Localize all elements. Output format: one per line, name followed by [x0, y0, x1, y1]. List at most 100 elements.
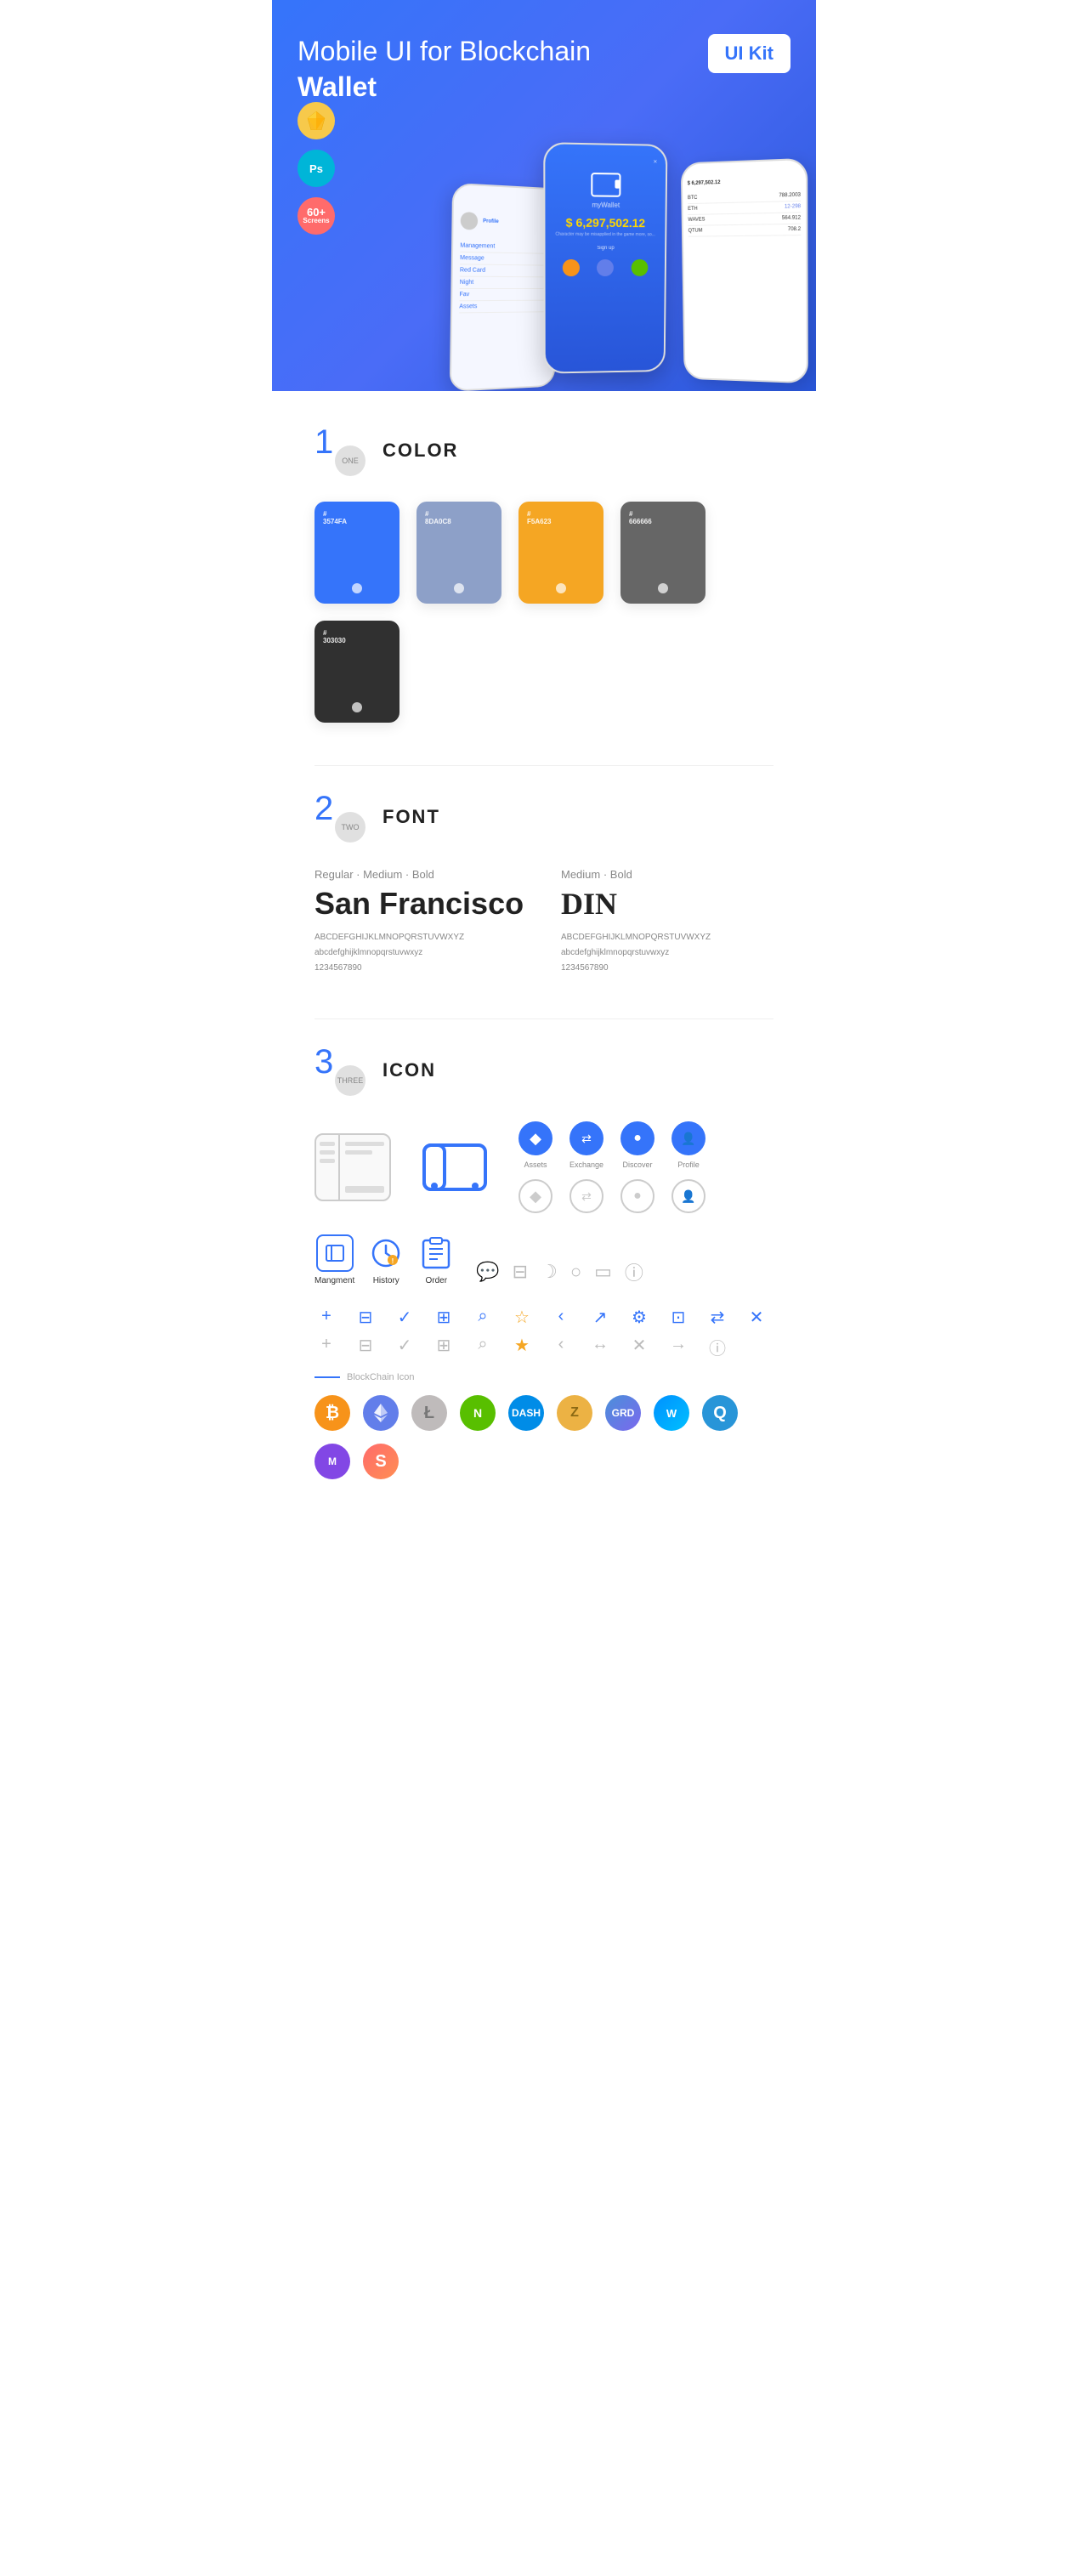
circle-icon: ○	[570, 1261, 581, 1283]
color-swatches: #3574FA #8DA0C8 #F5A623 #666666 #303030	[314, 502, 774, 723]
management-label: Mangment	[314, 1276, 354, 1285]
blockchain-line	[314, 1376, 340, 1378]
wallet-filled-icon	[416, 1133, 493, 1201]
chevron-left-icon: ‹	[549, 1307, 573, 1328]
din-lowercase: abcdefghijklmnopqrstuvwxyz	[561, 945, 774, 961]
qr-icon-gray: ⊞	[432, 1335, 456, 1359]
assets-icon-outline: ◆	[518, 1179, 552, 1213]
blockchain-label: BlockChain Icon	[314, 1372, 774, 1382]
assets-icon-item: ◆ Assets	[518, 1121, 552, 1169]
color-title: COLOR	[382, 440, 458, 462]
discover-icon-item: ● Discover	[620, 1121, 654, 1169]
list-icon-gray: ⊟	[354, 1335, 377, 1359]
list-icon: ⊟	[354, 1307, 377, 1328]
dash-icon: DASH	[508, 1395, 544, 1431]
ethereum-icon	[363, 1395, 399, 1431]
color-section: 1 ONE COLOR #3574FA #8DA0C8 #F5A623 #666…	[314, 425, 774, 723]
font-din: Medium · Bold DIN ABCDEFGHIJKLMNOPQRSTUV…	[561, 868, 774, 976]
main-content: 1 ONE COLOR #3574FA #8DA0C8 #F5A623 #666…	[272, 391, 816, 1556]
management-nav-item: Mangment	[314, 1234, 354, 1285]
profile-icon-outline: 👤	[672, 1179, 706, 1213]
management-icon	[316, 1234, 354, 1272]
order-label: Order	[425, 1276, 447, 1285]
star-icon: ☆	[510, 1307, 534, 1328]
plus-icon-gray: +	[314, 1335, 338, 1359]
utility-icons-row-1: + ⊟ ✓ ⊞ ⌕ ☆ ‹ ↗ ⚙ ⊡ ⇄ ✕	[314, 1307, 774, 1328]
color-section-header: 1 ONE COLOR	[314, 425, 774, 476]
history-label: History	[373, 1276, 400, 1285]
exchange-label: Exchange	[570, 1160, 604, 1169]
forward-icon-gray: →	[666, 1335, 690, 1359]
phone-mockups: Profile Management Message Red Card Nigh…	[450, 102, 808, 391]
discover-label: Discover	[623, 1160, 653, 1169]
qr-icon: ⊞	[432, 1307, 456, 1328]
ui-kit-badge: UI Kit	[708, 34, 790, 73]
exchange-icon-outline: ⇄	[570, 1179, 604, 1213]
assets-icon: ◆	[518, 1121, 552, 1155]
profile-icon: 👤	[672, 1121, 706, 1155]
hero-tool-badges: Ps 60+ Screens	[298, 102, 335, 235]
sf-numbers: 1234567890	[314, 961, 527, 976]
phone-mockup-right: $ 6,297,502.12 BTC788.2003 ETH12-298 WAV…	[681, 158, 808, 383]
chevron-left-icon-gray: ‹	[549, 1335, 573, 1359]
share-icon: ↗	[588, 1307, 612, 1328]
x-icon-gray: ✕	[627, 1335, 651, 1359]
bitcoin-icon: ₿	[314, 1395, 350, 1431]
sf-lowercase: abcdefghijklmnopqrstuvwxyz	[314, 945, 527, 961]
color-swatch-dark: #303030	[314, 621, 400, 723]
screens-badge: 60+ Screens	[298, 197, 335, 235]
color-swatch-gray-blue: #8DA0C8	[416, 502, 502, 604]
search-icon-gray: ⌕	[471, 1335, 495, 1359]
other-crypto-icon: S	[363, 1444, 399, 1479]
grid-icon: GRD	[605, 1395, 641, 1431]
icon-section-header: 3 THREE ICON	[314, 1045, 774, 1096]
font-san-francisco: Regular · Medium · Bold San Francisco AB…	[314, 868, 527, 976]
search-icon: ⌕	[471, 1307, 495, 1328]
check-icon-gray: ✓	[393, 1335, 416, 1359]
fonts-grid: Regular · Medium · Bold San Francisco AB…	[314, 868, 774, 976]
hero-section: Mobile UI for Blockchain Wallet UI Kit P…	[272, 0, 816, 391]
crypto-icons-row: ₿ Ł N DASH Z GRD W Q M S	[314, 1395, 774, 1479]
profile-label: Profile	[677, 1160, 700, 1169]
color-swatch-gray: #666666	[620, 502, 706, 604]
moon-icon: ☽	[541, 1261, 558, 1283]
box-icon: ⊡	[666, 1307, 690, 1328]
info-icon-gray: ⓘ	[706, 1335, 729, 1359]
order-icon	[417, 1234, 455, 1272]
icon-title: ICON	[382, 1059, 436, 1081]
assets-label: Assets	[524, 1160, 547, 1169]
profile-icon-item: 👤 Profile	[672, 1121, 706, 1169]
star-icon-filled: ★	[510, 1335, 534, 1359]
font-section: 2 TWO FONT Regular · Medium · Bold San F…	[314, 792, 774, 976]
order-nav-item: Order	[417, 1234, 455, 1285]
font-section-header: 2 TWO FONT	[314, 792, 774, 843]
settings-icon: ⚙	[627, 1307, 651, 1328]
hero-title: Mobile UI for Blockchain Wallet	[298, 34, 620, 105]
sf-uppercase: ABCDEFGHIJKLMNOPQRSTUVWXYZ	[314, 930, 527, 945]
chat-icon: 💬	[476, 1261, 499, 1283]
history-icon: !	[367, 1234, 405, 1272]
zcash-icon: Z	[557, 1395, 592, 1431]
arrows-icon-gray: ↔	[588, 1335, 612, 1359]
din-uppercase: ABCDEFGHIJKLMNOPQRSTUVWXYZ	[561, 930, 774, 945]
din-numbers: 1234567890	[561, 961, 774, 976]
sketch-badge	[298, 102, 335, 139]
color-swatch-orange: #F5A623	[518, 502, 604, 604]
svg-text:!: !	[392, 1257, 394, 1265]
section-number-3: 3 THREE	[314, 1045, 366, 1096]
waves-icon: W	[654, 1395, 689, 1431]
info-icon: ⓘ	[625, 1258, 643, 1285]
litecoin-icon: Ł	[411, 1395, 447, 1431]
color-swatch-blue: #3574FA	[314, 502, 400, 604]
neo-icon: N	[460, 1395, 496, 1431]
check-icon: ✓	[393, 1307, 416, 1328]
font-title: FONT	[382, 806, 440, 828]
wallet-wireframe-icon	[314, 1133, 391, 1201]
icon-section: 3 THREE ICON	[314, 1045, 774, 1479]
sf-weight-label: Regular · Medium · Bold	[314, 868, 527, 881]
section-number-1: 1 ONE	[314, 425, 366, 476]
utility-icons-row-2: + ⊟ ✓ ⊞ ⌕ ★ ‹ ↔ ✕ → ⓘ	[314, 1335, 774, 1359]
exchange-icon-item: ⇄ Exchange	[570, 1121, 604, 1169]
exchange-icon: ⇄	[570, 1121, 604, 1155]
matic-icon: M	[314, 1444, 350, 1479]
